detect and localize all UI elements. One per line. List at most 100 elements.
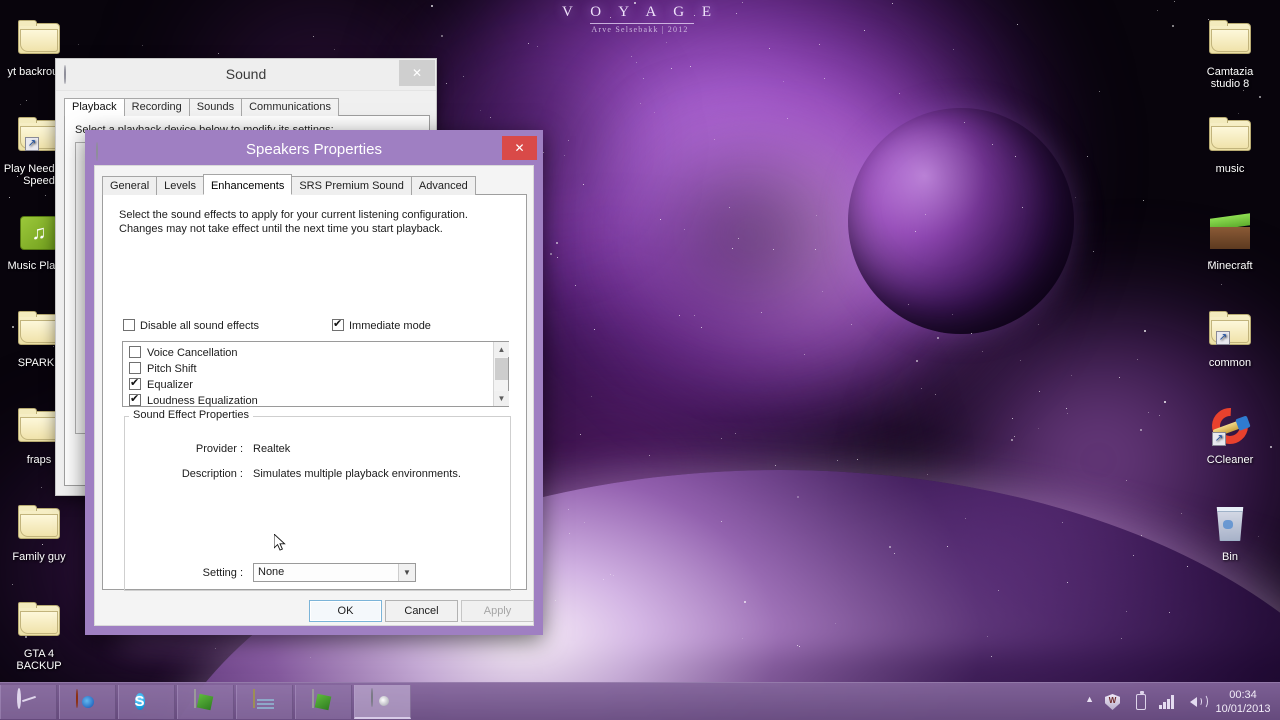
checkbox-icon xyxy=(332,317,344,331)
dialog-body: General Levels Enhancements SRS Premium … xyxy=(94,165,534,626)
tab-enhancements[interactable]: Enhancements xyxy=(202,174,293,195)
desktop-icon-ccleaner[interactable]: ↗ CCleaner xyxy=(1191,400,1269,466)
green-file-icon xyxy=(311,689,336,714)
recycle-bin-icon xyxy=(1191,503,1269,549)
skype-icon: S xyxy=(134,693,145,710)
group-title: Sound Effect Properties xyxy=(129,409,253,421)
speakers-properties-dialog[interactable]: Speakers Properties ✕ General Levels Enh… xyxy=(85,130,543,635)
chevron-up-icon[interactable]: ▲ xyxy=(494,342,509,357)
taskbar-item-file-green-1[interactable] xyxy=(177,685,234,719)
provider-value: Realtek xyxy=(253,443,291,455)
taskbar[interactable]: S ▲ W 00:34 10/01/2013 xyxy=(0,682,1280,720)
effect-item-loudness-equalization[interactable]: Loudness Equalization xyxy=(129,392,258,407)
setting-selected-value: None xyxy=(258,566,285,578)
clock[interactable]: 00:34 10/01/2013 xyxy=(1212,688,1274,716)
setting-dropdown[interactable]: None ▼ xyxy=(253,563,416,582)
checkbox-icon xyxy=(123,319,135,331)
checkbox-icon xyxy=(129,376,141,390)
tab-recording[interactable]: Recording xyxy=(123,98,190,116)
desktop-icon-camtazia-studio-8[interactable]: Camtazia studio 8 xyxy=(1191,18,1269,90)
effect-label: Pitch Shift xyxy=(147,363,197,375)
provider-label: Provider : xyxy=(195,443,243,455)
chevron-down-icon[interactable]: ▼ xyxy=(398,564,415,581)
tab-levels[interactable]: Levels xyxy=(156,176,204,195)
wifi-icon[interactable] xyxy=(1159,695,1177,709)
shortcut-arrow-icon: ↗ xyxy=(1212,432,1226,446)
show-hidden-icons-icon[interactable]: ▲ xyxy=(1085,694,1094,704)
cancel-button[interactable]: Cancel xyxy=(385,600,458,622)
taskbar-start-orb[interactable] xyxy=(0,685,57,719)
tab-general[interactable]: General xyxy=(102,176,158,195)
desktop-icon-music[interactable]: music xyxy=(1191,115,1269,175)
tab-srs-premium-sound[interactable]: SRS Premium Sound xyxy=(291,176,412,195)
desktop-icon-family-guy[interactable]: Family guy xyxy=(0,503,78,563)
enhancements-tab-page: Select the sound effects to apply for yo… xyxy=(102,195,527,591)
taskbar-item-firefox[interactable] xyxy=(59,685,116,719)
circle-slash-icon xyxy=(16,688,41,714)
desktop-icon-common[interactable]: ↗ common xyxy=(1191,309,1269,369)
green-file-icon xyxy=(193,689,218,714)
desktop-icon-label: GTA 4 BACKUP xyxy=(16,648,62,672)
tab-communications[interactable]: Communications xyxy=(241,98,340,116)
effect-item-voice-cancellation[interactable]: Voice Cancellation xyxy=(129,346,238,359)
checkbox-label: Immediate mode xyxy=(349,320,431,332)
description-label: Description : xyxy=(181,468,243,480)
effect-item-equalizer[interactable]: Equalizer xyxy=(129,376,193,391)
shield-icon[interactable]: W xyxy=(1105,694,1120,710)
tab-playback[interactable]: Playback xyxy=(64,98,125,117)
folder-icon xyxy=(1191,18,1269,64)
taskbar-item-notepad[interactable] xyxy=(236,685,293,719)
folder-icon xyxy=(0,503,78,549)
apply-button[interactable]: Apply xyxy=(461,600,534,622)
checkbox-icon xyxy=(129,346,141,358)
desktop-icon-label: CCleaner xyxy=(1206,454,1254,466)
instructions-text: Select the sound effects to apply for yo… xyxy=(119,209,468,235)
close-icon[interactable]: ✕ xyxy=(502,136,537,160)
sound-window-titlebar[interactable]: Sound ✕ xyxy=(56,59,436,91)
volume-icon[interactable] xyxy=(1190,694,1208,710)
speaker-icon xyxy=(370,688,395,713)
taskbar-item-file-green-2[interactable] xyxy=(295,685,352,719)
dialog-tabs[interactable]: General Levels Enhancements SRS Premium … xyxy=(102,174,527,195)
effects-list-scrollbar[interactable]: ▲ ▼ xyxy=(493,342,509,406)
scrollbar-thumb[interactable] xyxy=(495,358,508,380)
wallpaper-subtitle: Arve Selsebakk | 2012 xyxy=(591,25,689,34)
immediate-mode-checkbox[interactable]: Immediate mode xyxy=(332,317,431,332)
sound-window-title: Sound xyxy=(225,66,267,82)
desktop[interactable]: V O Y A G E Arve Selsebakk | 2012 yt bac… xyxy=(0,0,1280,720)
sound-window-tabs[interactable]: Playback Recording Sounds Communications xyxy=(64,98,430,117)
taskbar-item-skype[interactable]: S xyxy=(118,685,175,719)
tab-advanced[interactable]: Advanced xyxy=(410,176,476,195)
checkbox-icon xyxy=(129,392,141,406)
sound-effects-list[interactable]: Voice Cancellation Pitch Shift Equalizer… xyxy=(122,341,509,407)
desktop-icon-gta4-backup[interactable]: GTA 4 BACKUP xyxy=(0,600,78,672)
effect-item-pitch-shift[interactable]: Pitch Shift xyxy=(129,362,197,375)
desktop-icon-minecraft[interactable]: Minecraft xyxy=(1191,212,1269,272)
tab-sounds[interactable]: Sounds xyxy=(188,98,243,116)
desktop-icon-label: music xyxy=(1215,163,1245,175)
dialog-titlebar[interactable]: Speakers Properties ✕ xyxy=(94,136,537,167)
setting-label: Setting : xyxy=(202,567,243,579)
close-icon[interactable]: ✕ xyxy=(399,60,435,86)
wallpaper-divider xyxy=(590,23,694,24)
ok-button[interactable]: OK xyxy=(309,600,382,622)
notepad-icon xyxy=(252,689,277,714)
wallpaper-title: V O Y A G E xyxy=(561,4,719,20)
chevron-down-icon[interactable]: ▼ xyxy=(494,391,509,406)
dialog-title: Speakers Properties xyxy=(246,141,382,158)
dialog-buttons: OK Cancel Apply xyxy=(95,600,535,626)
desktop-icon-label: Minecraft xyxy=(1207,260,1253,272)
shortcut-arrow-icon: ↗ xyxy=(1216,331,1230,345)
disable-all-sound-effects-checkbox[interactable]: Disable all sound effects xyxy=(123,319,259,332)
effect-label: Voice Cancellation xyxy=(147,347,238,359)
ccleaner-icon: ↗ xyxy=(1191,400,1269,452)
taskbar-item-sound-control-panel[interactable] xyxy=(354,685,411,719)
desktop-icon-recycle-bin[interactable]: Bin xyxy=(1191,503,1269,563)
folder-icon: ↗ xyxy=(1191,309,1269,355)
effect-label: Loudness Equalization xyxy=(147,395,258,407)
battery-icon[interactable] xyxy=(1136,691,1146,710)
desktop-icon-label: Family guy xyxy=(12,551,66,563)
folder-icon xyxy=(1191,115,1269,161)
clock-time: 00:34 xyxy=(1229,689,1257,701)
desktop-icon-label: Bin xyxy=(1222,551,1238,563)
